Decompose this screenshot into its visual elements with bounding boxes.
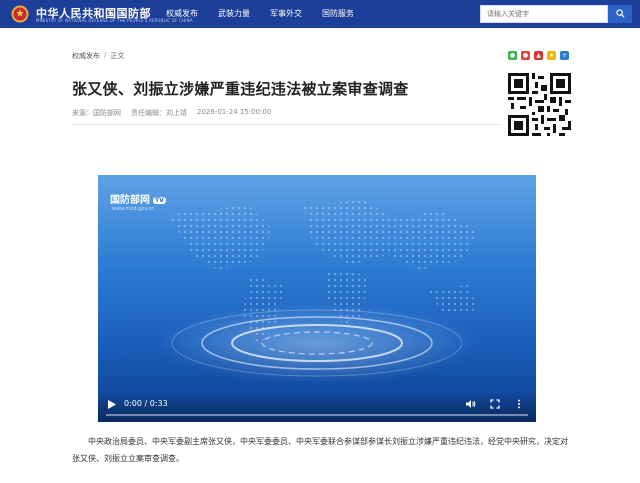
more-options-icon[interactable]: [514, 399, 524, 409]
volume-icon[interactable]: [466, 399, 476, 409]
favorite-icon[interactable]: ★: [547, 51, 556, 60]
editor-value: 刘上靖: [166, 109, 187, 117]
nav-item-armed-forces[interactable]: 武装力量: [218, 0, 250, 28]
qr-code-image: [508, 73, 571, 136]
main-nav: 权威发布 武装力量 军事外交 国防服务: [166, 0, 374, 28]
weibo-icon[interactable]: ●: [521, 51, 530, 60]
nav-item-authoritative-release[interactable]: 权威发布: [166, 0, 198, 28]
video-time: 0:00 / 0:33: [124, 399, 168, 408]
wechat-icon[interactable]: ●: [508, 51, 517, 60]
video-player[interactable]: 国防部网 TV www.mod.gov.cn 0:00 / 0:33: [98, 175, 536, 422]
nav-item-military-diplomacy[interactable]: 军事外交: [270, 0, 302, 28]
article-editor: 责任编辑：刘上靖: [131, 108, 187, 118]
video-logo: 国防部网 TV: [110, 191, 166, 206]
more-share-icon[interactable]: +: [560, 51, 569, 60]
article-body: 中央政治局委员、中央军委副主席张又侠，中央军委委员、中央军委联合参谋部参谋长刘振…: [72, 437, 568, 463]
source-label: 来源：: [72, 109, 93, 117]
source-value: 国防部网: [93, 109, 121, 117]
video-logo-text: 国防部网: [110, 195, 150, 206]
video-controls: 0:00 / 0:33: [98, 392, 536, 422]
nav-item-defense-services[interactable]: 国防服务: [322, 0, 354, 28]
breadcrumb-current: 正文: [110, 52, 125, 60]
editor-label: 责任编辑：: [131, 109, 166, 117]
article-meta: 来源：国防部网 责任编辑：刘上靖 2026-01-24 15:00:00: [72, 108, 271, 118]
article-source: 来源：国防部网: [72, 108, 121, 118]
video-logo-badge: TV: [153, 196, 166, 204]
search-button[interactable]: [608, 5, 632, 23]
article-datetime: 2026-01-24 15:00:00: [197, 108, 272, 116]
breadcrumb-home-link[interactable]: 权威发布: [72, 51, 100, 61]
world-map-background: [157, 200, 478, 383]
renren-icon[interactable]: ▲: [534, 51, 543, 60]
article-title: 张又侠、刘振立涉嫌严重违纪违法被立案审查调查: [72, 80, 409, 98]
national-emblem-icon: [11, 5, 29, 23]
title-divider: [72, 124, 500, 125]
search-input[interactable]: [480, 5, 608, 23]
video-logo-url: www.mod.gov.cn: [112, 206, 155, 212]
top-header-bar: 中华人民共和国国防部 MINISTRY OF NATIONAL DEFENSE …: [0, 0, 640, 28]
fullscreen-icon[interactable]: [490, 399, 500, 409]
search-icon: [615, 9, 625, 18]
breadcrumb: 权威发布 / 正文: [72, 51, 124, 61]
share-bar: ● ● ▲ ★ +: [508, 51, 569, 60]
play-icon[interactable]: [108, 400, 116, 409]
video-progress-bar[interactable]: [106, 414, 528, 416]
breadcrumb-separator: /: [104, 51, 107, 59]
